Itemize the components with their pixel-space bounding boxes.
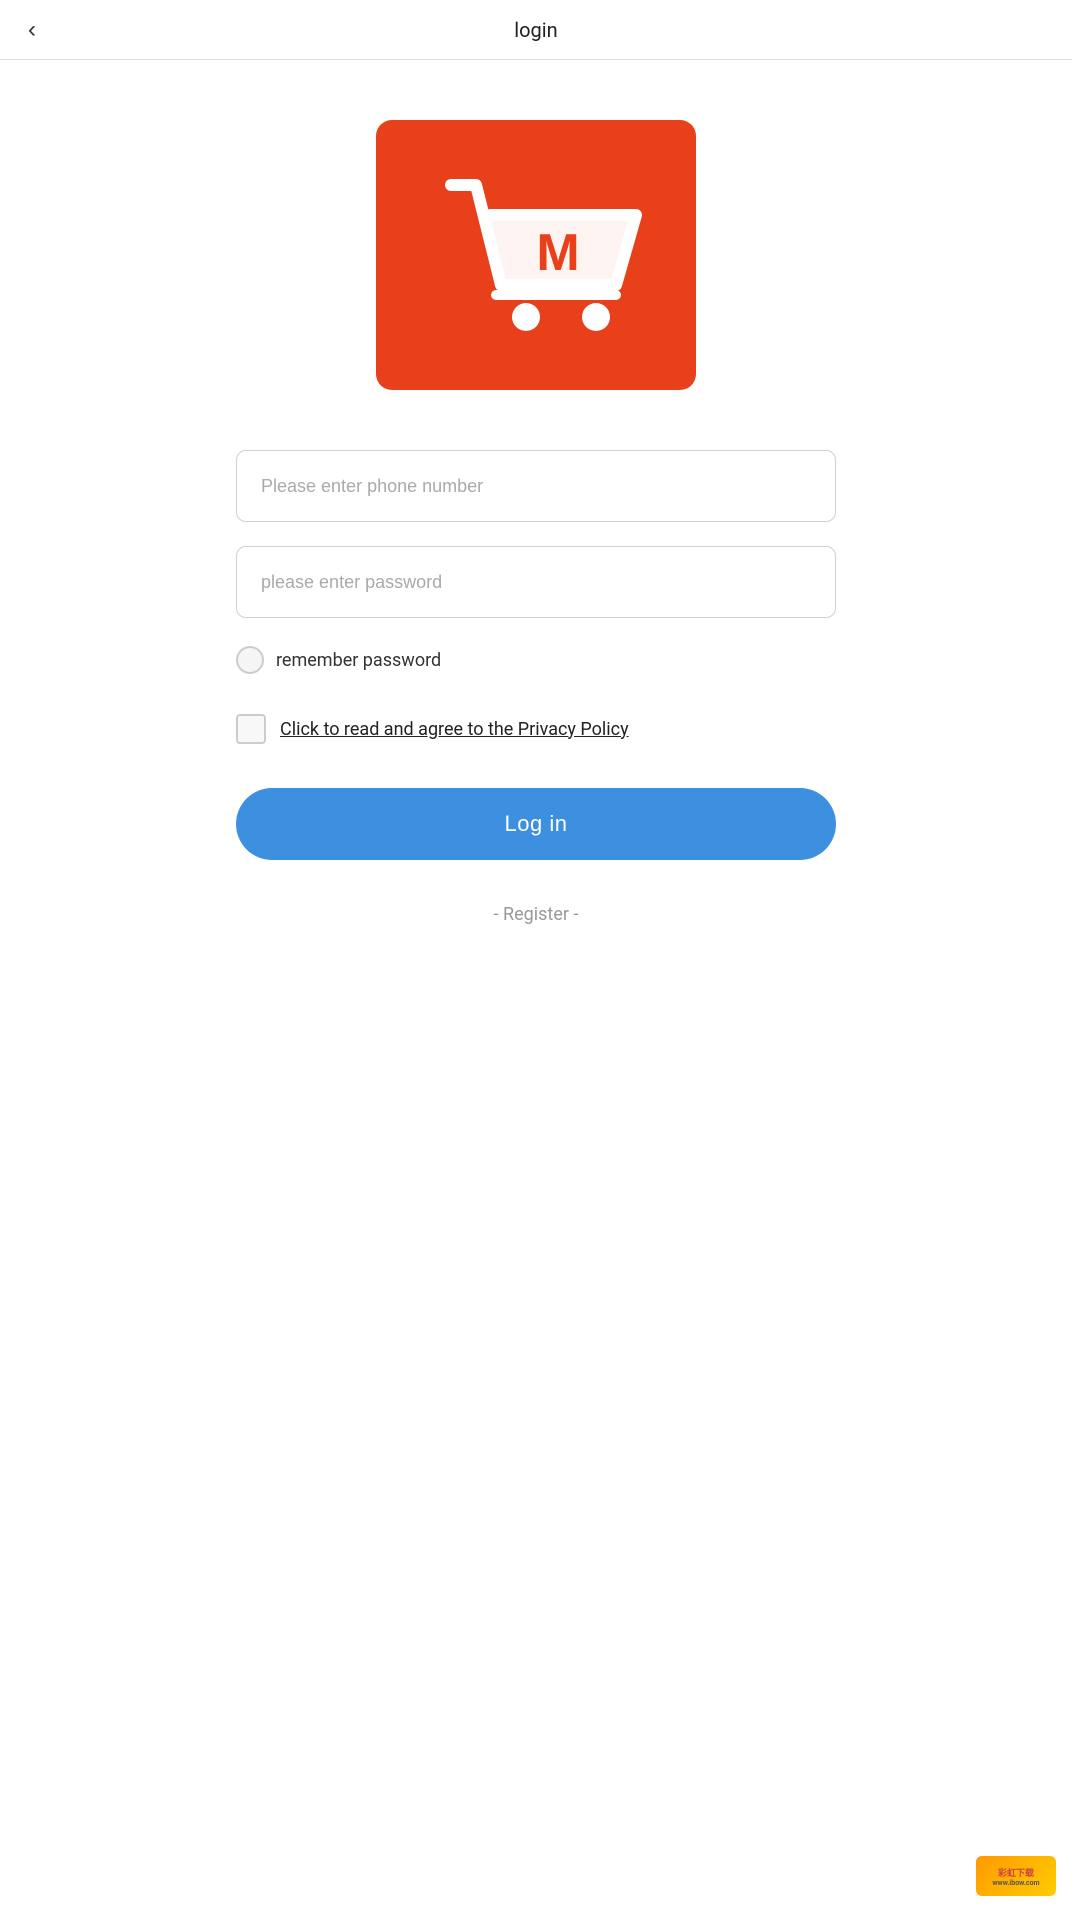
register-link[interactable]: - Register - — [236, 904, 836, 925]
privacy-checkbox[interactable] — [236, 714, 266, 744]
login-button[interactable]: Log in — [236, 788, 836, 860]
privacy-row: Click to read and agree to the Privacy P… — [236, 710, 836, 748]
phone-input[interactable] — [236, 450, 836, 522]
back-button[interactable]: ‹ — [20, 8, 44, 52]
privacy-link[interactable]: Click to read and agree to the Privacy P… — [280, 719, 629, 740]
remember-label: remember password — [276, 650, 441, 671]
header: ‹ login — [0, 0, 1072, 60]
remember-radio[interactable] — [236, 646, 264, 674]
page-title: login — [514, 18, 557, 42]
main-content: M remember password Click to read and ag… — [0, 60, 1072, 965]
svg-text:M: M — [536, 224, 579, 282]
logo-container: M — [376, 120, 696, 390]
password-input[interactable] — [236, 546, 836, 618]
remember-password-row: remember password — [236, 642, 836, 678]
watermark: 彩虹下载 www.ibow.com — [976, 1856, 1056, 1896]
form-container: remember password Click to read and agre… — [236, 450, 836, 925]
cart-logo-icon: M — [421, 155, 651, 355]
